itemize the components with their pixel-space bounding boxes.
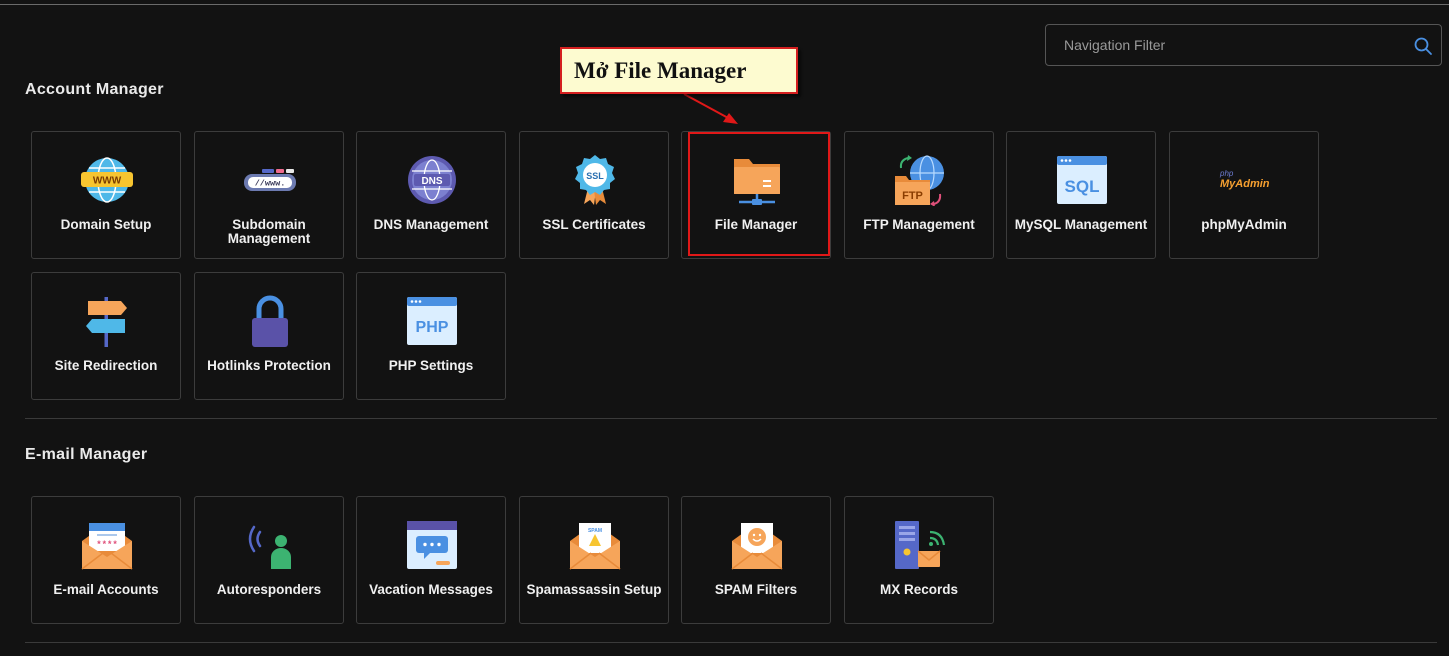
callout-arrow-icon — [683, 93, 738, 124]
mail-smiley-icon — [731, 523, 783, 570]
tile-label: MySQL Management — [1014, 217, 1148, 232]
tile-label: Vacation Messages — [369, 582, 493, 597]
sql-window-icon: SQL — [1057, 156, 1107, 204]
section-divider-bottom — [25, 642, 1437, 643]
www-text: WWW — [93, 176, 122, 187]
tile-label: Site Redirection — [54, 358, 158, 373]
tile-label: SPAM Filters — [714, 582, 798, 597]
chat-window-icon — [407, 521, 457, 569]
tile-label: File Manager — [714, 217, 798, 232]
person-broadcast-icon — [248, 525, 291, 569]
subdomain-text: //www. — [255, 179, 286, 189]
tile-dns-management[interactable]: DNS DNS Management — [356, 131, 506, 259]
top-divider — [0, 4, 1449, 5]
tile-autoresponders[interactable]: Autoresponders — [194, 496, 344, 624]
php-text: PHP — [416, 319, 449, 336]
ssl-badge-icon: SSL — [575, 155, 615, 205]
tile-hotlinks-protection[interactable]: Hotlinks Protection — [194, 272, 344, 400]
myadmin-brand-text: MyAdmin — [1220, 178, 1270, 190]
spam-text: SPAM — [588, 528, 602, 534]
tile-ssl-certificates[interactable]: SSL SSL Certificates — [519, 131, 669, 259]
tile-mx-records[interactable]: MX Records — [844, 496, 994, 624]
tile-label: Autoresponders — [216, 582, 322, 597]
email-manager-title: E-mail Manager — [25, 446, 148, 463]
www-globe-icon: WWW — [81, 157, 133, 203]
tile-label: SSL Certificates — [542, 217, 646, 232]
annotation-callout: Mở File Manager — [560, 47, 798, 94]
tile-email-accounts[interactable]: **** E-mail Accounts — [31, 496, 181, 624]
search-icon[interactable] — [1413, 36, 1433, 56]
ftp-folder-icon: FTP — [895, 155, 944, 206]
tile-site-redirection[interactable]: Site Redirection — [31, 272, 181, 400]
tile-phpmyadmin[interactable]: php MyAdmin phpMyAdmin — [1169, 131, 1319, 259]
php-brand-text: php — [1219, 169, 1234, 178]
tile-label: phpMyAdmin — [1201, 217, 1287, 232]
tile-label: Hotlinks Protection — [207, 358, 331, 373]
tile-label: FTP Management — [863, 217, 975, 232]
tile-spamassassin-setup[interactable]: SPAM Spamassassin Setup — [519, 496, 669, 624]
account-manager-title: Account Manager — [25, 81, 164, 98]
ftp-text: FTP — [902, 190, 923, 202]
sql-text: SQL — [1065, 177, 1100, 196]
password-stars-text: **** — [96, 540, 118, 550]
tile-label: DNS Management — [373, 217, 489, 232]
tile-label: Subdomain Management — [227, 217, 311, 246]
tile-domain-setup[interactable]: WWW Domain Setup — [31, 131, 181, 259]
tile-label: Spamassassin Setup — [526, 582, 662, 597]
tile-ftp-management[interactable]: FTP FTP Management — [844, 131, 994, 259]
section-divider — [25, 418, 1437, 419]
navigation-filter[interactable] — [1045, 24, 1442, 66]
tile-vacation-messages[interactable]: Vacation Messages — [356, 496, 506, 624]
tile-spam-filters[interactable]: SPAM Filters — [681, 496, 831, 624]
folder-network-icon — [734, 159, 780, 205]
subdomain-bar-icon: //www. — [244, 169, 296, 191]
mail-spam-icon: SPAM — [569, 523, 621, 570]
php-window-icon: PHP — [407, 297, 457, 345]
tile-subdomain-management[interactable]: //www. Subdomain Management — [194, 131, 344, 259]
tile-label: Domain Setup — [60, 217, 152, 232]
navigation-filter-input[interactable] — [1056, 25, 1412, 65]
tile-mysql-management[interactable]: SQL MySQL Management — [1006, 131, 1156, 259]
dns-globe-icon: DNS — [408, 156, 456, 204]
padlock-icon — [252, 295, 288, 347]
server-mail-icon — [895, 521, 946, 569]
phpmyadmin-logo-icon: php MyAdmin — [1219, 169, 1270, 190]
tile-file-manager[interactable]: File Manager — [681, 131, 831, 259]
tile-label: PHP Settings — [388, 358, 474, 373]
ssl-text: SSL — [586, 171, 604, 181]
signpost-icon — [86, 297, 127, 347]
dns-text: DNS — [421, 176, 442, 187]
tile-label: E-mail Accounts — [53, 582, 159, 597]
tile-label: MX Records — [879, 582, 959, 597]
tile-php-settings[interactable]: PHP PHP Settings — [356, 272, 506, 400]
mail-password-icon: **** — [81, 523, 133, 570]
